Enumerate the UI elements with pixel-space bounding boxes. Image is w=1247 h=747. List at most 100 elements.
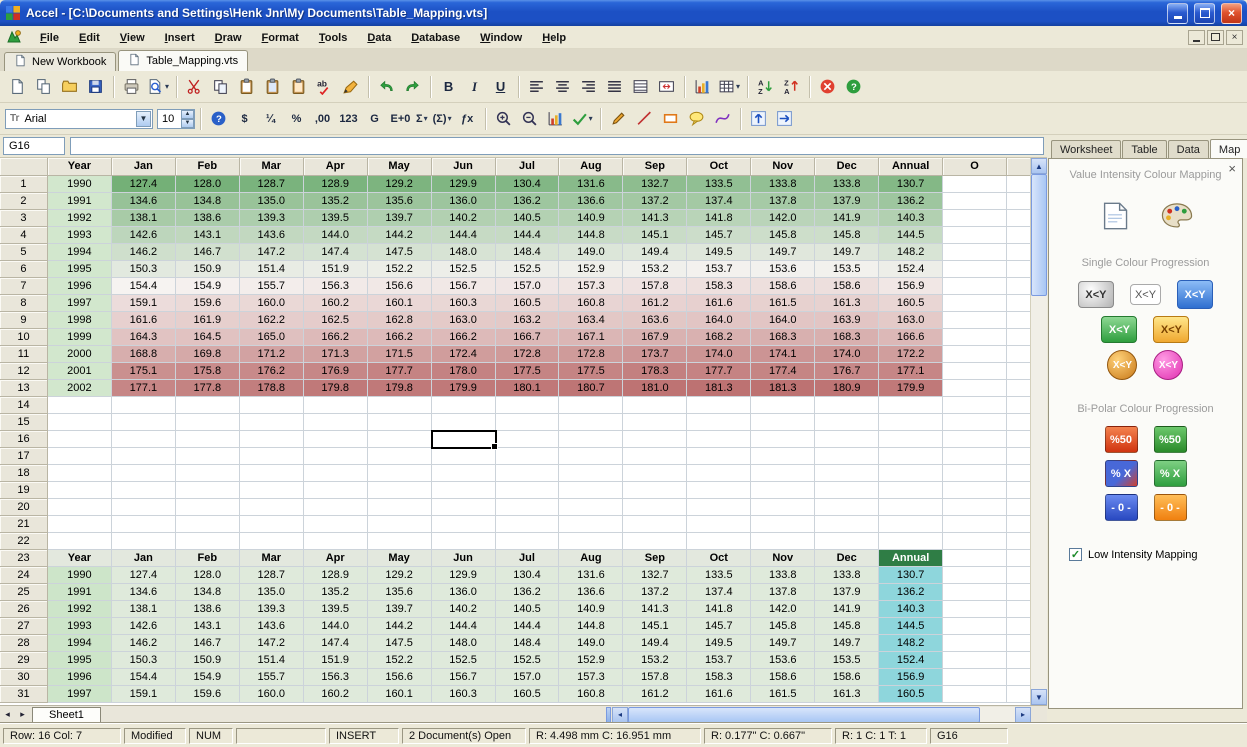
cell[interactable]: 152.9	[559, 652, 623, 669]
cell[interactable]	[112, 516, 176, 533]
cell[interactable]	[623, 397, 687, 414]
cell[interactable]: 150.9	[176, 652, 240, 669]
cell[interactable]: 157.0	[496, 278, 560, 295]
cell[interactable]	[48, 448, 112, 465]
cell[interactable]: 133.8	[751, 176, 815, 193]
cut-icon[interactable]	[182, 74, 207, 99]
cell[interactable]: 180.9	[815, 380, 879, 397]
cell[interactable]: 161.2	[623, 686, 687, 703]
cell[interactable]: 177.7	[368, 363, 432, 380]
cell[interactable]: 140.2	[432, 601, 496, 618]
cell[interactable]: 144.8	[559, 618, 623, 635]
cell[interactable]: 139.5	[304, 601, 368, 618]
cell[interactable]: 153.6	[751, 261, 815, 278]
cell[interactable]: 168.2	[687, 329, 751, 346]
cell[interactable]: 135.2	[304, 193, 368, 210]
cell[interactable]	[943, 448, 1007, 465]
cell[interactable]: 137.8	[751, 193, 815, 210]
cell[interactable]: 132.7	[623, 176, 687, 193]
column-header[interactable]: Oct	[687, 158, 751, 176]
cell[interactable]: 168.3	[815, 329, 879, 346]
row-header[interactable]: 7	[0, 278, 48, 295]
bold-icon[interactable]: B	[436, 74, 461, 99]
cell[interactable]: 154.4	[112, 669, 176, 686]
cell[interactable]: 139.3	[240, 210, 304, 227]
column-header[interactable]: Mar	[240, 158, 304, 176]
cell[interactable]: 129.9	[432, 567, 496, 584]
cell[interactable]: 175.8	[176, 363, 240, 380]
cell[interactable]	[751, 516, 815, 533]
font-name-combo[interactable]: Tr Arial ▼	[5, 109, 153, 129]
cell[interactable]	[879, 482, 943, 499]
cell[interactable]	[751, 482, 815, 499]
cell[interactable]	[943, 312, 1007, 329]
cell[interactable]	[815, 414, 879, 431]
cell[interactable]: 159.6	[176, 295, 240, 312]
column-header[interactable]: Feb	[176, 158, 240, 176]
cell[interactable]	[623, 533, 687, 550]
cell[interactable]: 160.0	[240, 686, 304, 703]
cell[interactable]: 161.6	[687, 295, 751, 312]
cell[interactable]: 153.7	[687, 652, 751, 669]
column-header[interactable]: Nov	[751, 158, 815, 176]
bipolar-x-blue-button[interactable]: % X	[1105, 460, 1138, 487]
cell[interactable]: 152.5	[496, 261, 560, 278]
cell[interactable]: 162.5	[304, 312, 368, 329]
fill-pattern-icon[interactable]	[628, 74, 653, 99]
cell[interactable]: 140.3	[879, 210, 943, 227]
cell[interactable]: 135.0	[240, 193, 304, 210]
go-up-icon[interactable]	[746, 106, 771, 131]
cell[interactable]	[943, 278, 1007, 295]
cell[interactable]	[943, 686, 1007, 703]
cell[interactable]: 140.9	[559, 601, 623, 618]
cell[interactable]: 163.9	[815, 312, 879, 329]
row-header[interactable]: 1	[0, 176, 48, 193]
cell[interactable]: 148.4	[496, 244, 560, 261]
cell[interactable]	[240, 499, 304, 516]
cell[interactable]: 1994	[48, 244, 112, 261]
cell[interactable]: 166.7	[496, 329, 560, 346]
cell[interactable]: 148.4	[496, 635, 560, 652]
cell[interactable]	[112, 465, 176, 482]
cell[interactable]: Annual	[879, 550, 943, 567]
cell[interactable]: 152.5	[432, 652, 496, 669]
cell[interactable]: 160.8	[559, 295, 623, 312]
menu-view[interactable]: View	[110, 29, 155, 47]
menu-help[interactable]: Help	[532, 29, 576, 47]
open-icon[interactable]	[57, 74, 82, 99]
cell[interactable]: 161.9	[176, 312, 240, 329]
cell[interactable]: 160.1	[368, 295, 432, 312]
scroll-down-icon[interactable]: ▼	[1031, 689, 1047, 705]
sheet-tab[interactable]: Sheet1	[32, 707, 101, 723]
cell[interactable]	[943, 584, 1007, 601]
cell[interactable]	[112, 448, 176, 465]
cell[interactable]	[496, 397, 560, 414]
cell[interactable]	[432, 414, 496, 431]
cell[interactable]	[112, 499, 176, 516]
cell[interactable]: 177.4	[751, 363, 815, 380]
cell[interactable]	[48, 482, 112, 499]
cell[interactable]: 136.2	[879, 193, 943, 210]
panel-tab-worksheet[interactable]: Worksheet	[1051, 140, 1121, 158]
cell[interactable]	[623, 465, 687, 482]
cell[interactable]: 145.8	[751, 618, 815, 635]
align-justify-icon[interactable]	[602, 74, 627, 99]
cell[interactable]: 150.3	[112, 652, 176, 669]
row-header[interactable]: 14	[0, 397, 48, 414]
cell[interactable]	[240, 448, 304, 465]
column-header[interactable]: Year	[48, 158, 112, 176]
merge-cells-icon[interactable]	[654, 74, 679, 99]
cell[interactable]: 152.5	[496, 652, 560, 669]
cell[interactable]	[943, 397, 1007, 414]
cell[interactable]: 128.0	[176, 567, 240, 584]
cell[interactable]: 172.8	[559, 346, 623, 363]
font-size-stepper[interactable]: 10 ▲ ▼	[157, 109, 195, 129]
cell[interactable]	[368, 431, 432, 448]
cell[interactable]: 164.0	[751, 312, 815, 329]
cell[interactable]	[559, 448, 623, 465]
bipolar-50-green-button[interactable]: %50	[1154, 426, 1187, 453]
cell[interactable]	[48, 414, 112, 431]
cell[interactable]	[815, 431, 879, 448]
row-header[interactable]: 22	[0, 533, 48, 550]
cell[interactable]: 156.9	[879, 669, 943, 686]
